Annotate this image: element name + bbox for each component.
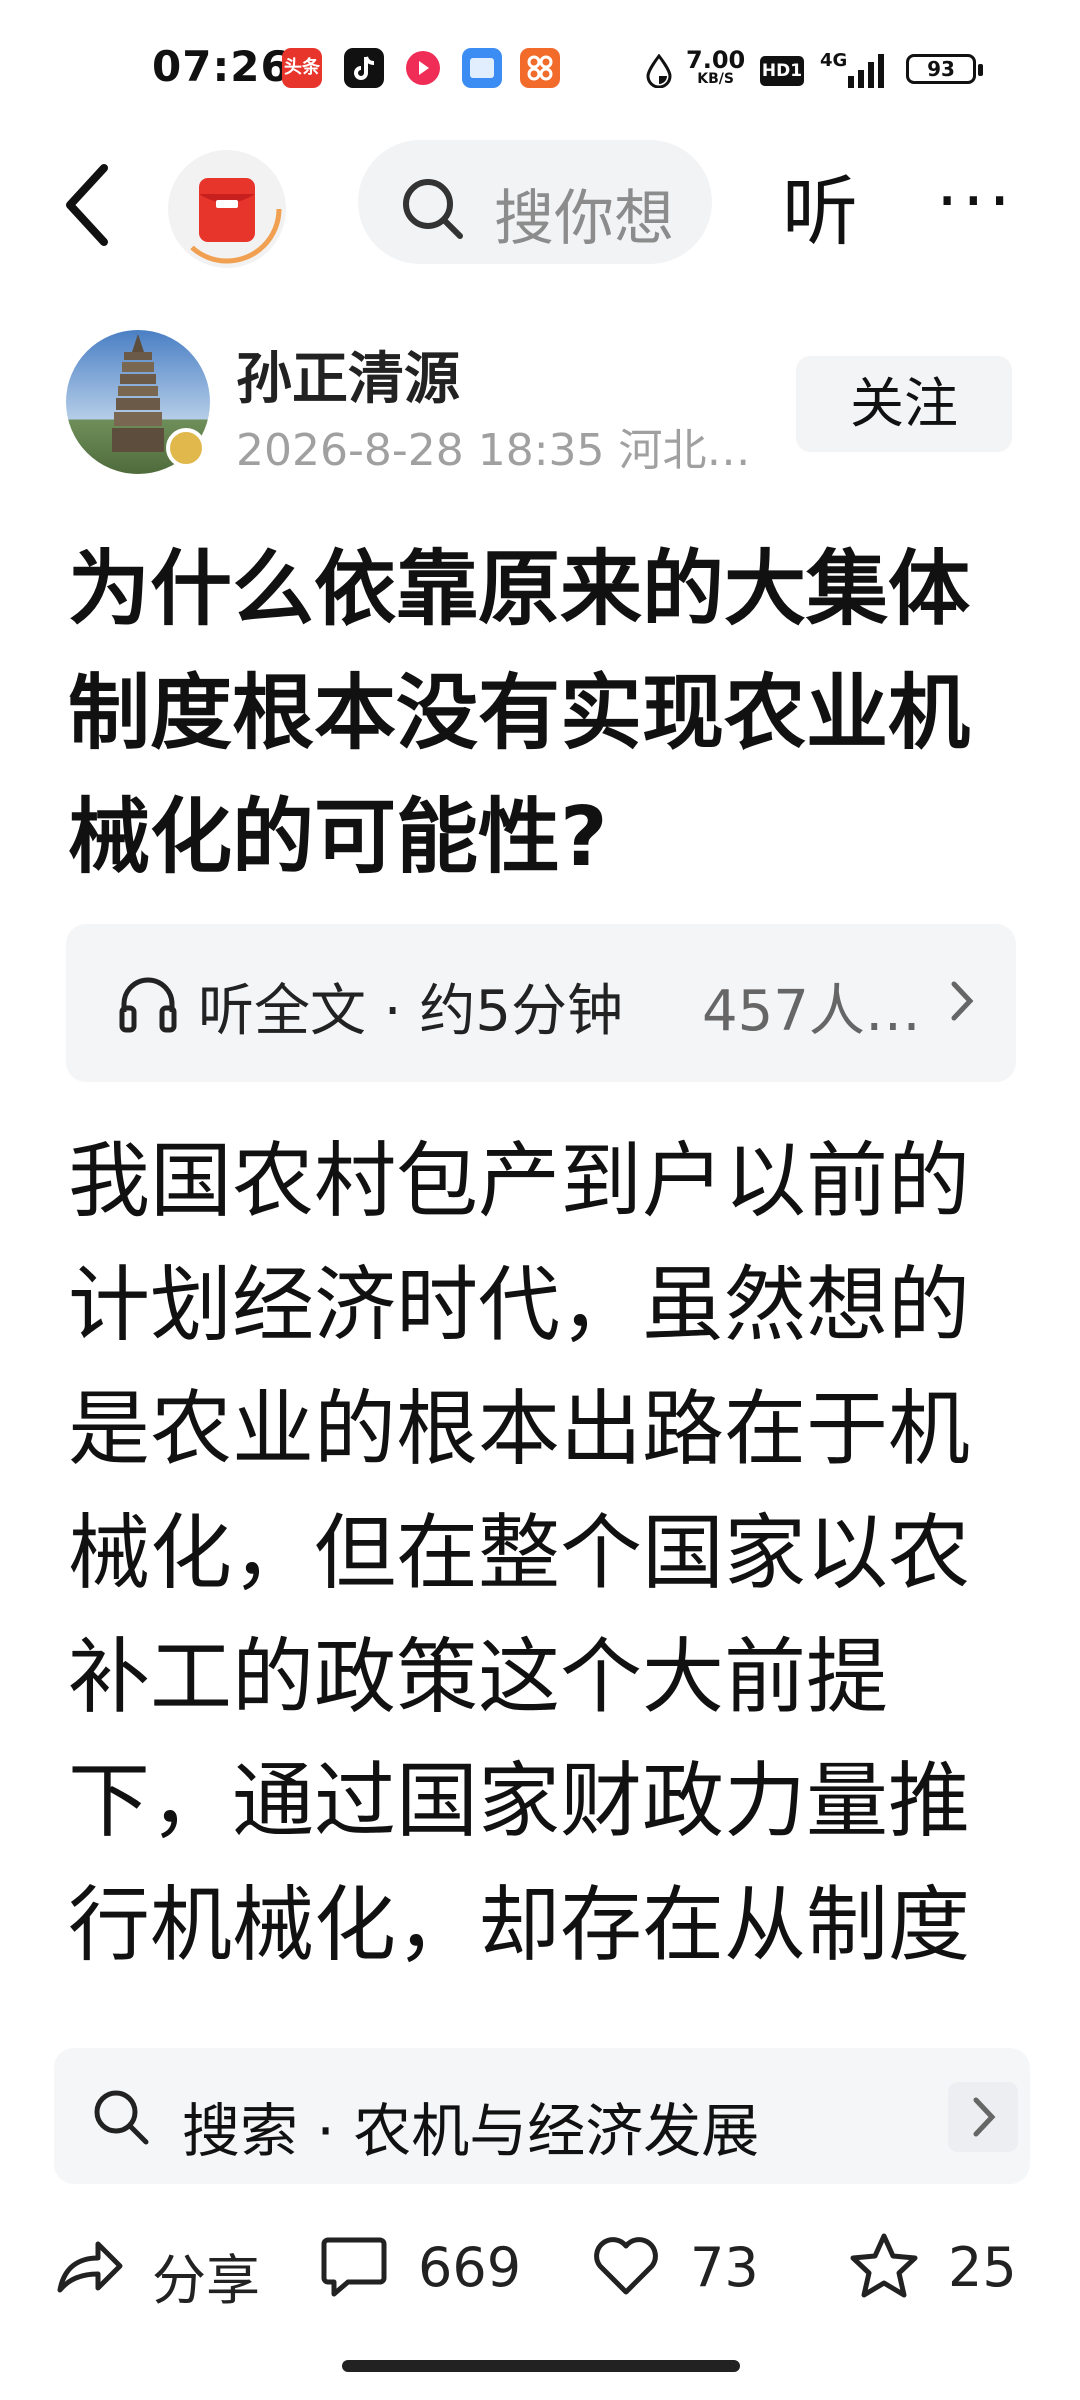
search-input[interactable]: 搜你想 bbox=[358, 140, 712, 264]
network-speed-value: 7.00 bbox=[686, 46, 746, 74]
network-speed: 7.00 KB/S bbox=[686, 48, 745, 86]
comment-button[interactable]: 669 bbox=[318, 2230, 548, 2310]
listen-button[interactable]: 听 bbox=[782, 150, 858, 260]
search-icon bbox=[94, 2090, 149, 2145]
chevron-right-icon bbox=[948, 2082, 1018, 2152]
back-icon[interactable] bbox=[58, 160, 118, 250]
favorite-count: 25 bbox=[948, 2236, 1017, 2299]
app-grid-notification-icon bbox=[520, 48, 560, 88]
like-button[interactable]: 73 bbox=[590, 2230, 790, 2310]
listen-full-text-card[interactable]: 听全文 · 约5分钟 457人… bbox=[66, 924, 1016, 1082]
search-placeholder: 搜你想 bbox=[494, 184, 674, 254]
kuaishou-notification-icon bbox=[403, 48, 443, 88]
search-icon bbox=[403, 179, 463, 239]
author-name[interactable]: 孙正清源 bbox=[236, 334, 460, 415]
home-indicator[interactable] bbox=[342, 2360, 740, 2372]
article-title: 为什么依靠原来的大集体制度根本没有实现农业机械化的可能性? bbox=[68, 542, 971, 885]
verified-badge-icon bbox=[166, 428, 206, 468]
related-search-bar[interactable]: 搜索 · 农机与经济发展 bbox=[54, 2048, 1030, 2184]
status-time: 07:26 bbox=[152, 42, 291, 91]
comment-icon bbox=[321, 2237, 387, 2297]
red-packet-icon[interactable] bbox=[168, 150, 286, 268]
tiktok-notification-icon bbox=[344, 48, 384, 88]
follow-button[interactable]: 关注 bbox=[796, 356, 1012, 452]
listen-full-text-label: 听全文 · 约5分钟 bbox=[198, 979, 624, 1044]
like-count: 73 bbox=[690, 2236, 759, 2299]
chevron-right-icon bbox=[951, 981, 974, 1021]
post-meta: 2026-8-28 18:35 河北… bbox=[236, 425, 751, 476]
related-search-text: 搜索 · 农机与经济发展 bbox=[182, 2097, 760, 2165]
network-speed-unit: KB/S bbox=[697, 71, 734, 87]
heart-icon bbox=[594, 2237, 658, 2295]
star-icon bbox=[850, 2233, 918, 2298]
favorite-button[interactable]: 25 bbox=[848, 2230, 1048, 2310]
battery-indicator: 93 bbox=[906, 54, 983, 84]
browser-notification-icon bbox=[462, 48, 502, 88]
toutiao-notification-icon: 头条 bbox=[282, 48, 322, 88]
more-options-button[interactable]: ··· bbox=[936, 160, 1015, 242]
hd-badge: HD1 bbox=[760, 56, 804, 86]
share-button[interactable]: 分享 bbox=[54, 2230, 284, 2312]
share-icon bbox=[57, 2241, 123, 2293]
article-body: 我国农村包产到户以前的计划经济时代，虽然想的是农业的根本出路在于机械化，但在整个… bbox=[68, 1134, 971, 1973]
comment-count: 669 bbox=[418, 2236, 522, 2299]
signal-icon bbox=[846, 50, 886, 90]
share-label: 分享 bbox=[152, 2249, 260, 2312]
listen-count: 457人… bbox=[702, 979, 921, 1044]
headphones-icon bbox=[119, 977, 177, 1033]
network-type: 4G bbox=[820, 50, 848, 71]
data-saver-icon bbox=[645, 53, 673, 89]
